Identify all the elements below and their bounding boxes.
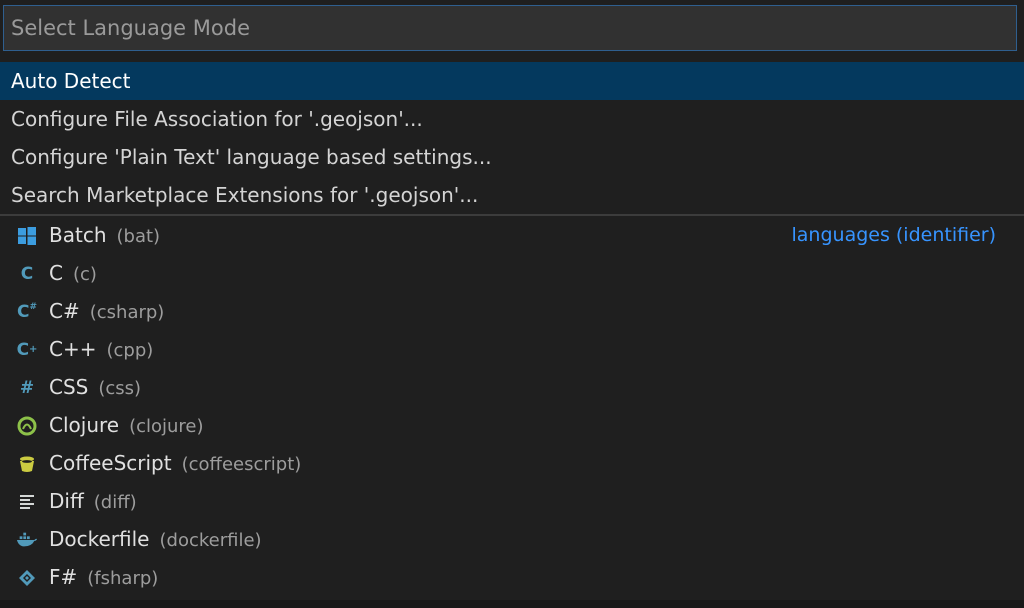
language-identifier: (coffeescript) [181,454,302,475]
quick-pick-widget: Auto Detect Configure File Association f… [0,0,1024,608]
language-name: C# [49,299,80,323]
language-name: Batch [49,223,107,247]
language-item-batch[interactable]: Batch (bat) languages (identifier) [0,216,1024,254]
language-item-csharp[interactable]: C # C# (csharp) [0,292,1024,330]
action-label: Auto Detect [11,69,131,93]
language-identifier: (cpp) [106,340,154,361]
action-label: Search Marketplace Extensions for '.geoj… [11,183,479,207]
language-item-coffeescript[interactable]: CoffeeScript (coffeescript) [0,444,1024,482]
language-item-diff[interactable]: Diff (diff) [0,482,1024,520]
language-identifier: (dockerfile) [159,530,262,551]
language-name: C [49,261,63,285]
search-input[interactable] [4,6,1016,50]
language-name: CoffeeScript [49,451,172,475]
search-marketplace-item[interactable]: Search Marketplace Extensions for '.geoj… [0,176,1024,214]
language-item-fsharp[interactable]: F# (fsharp) [0,558,1024,596]
c-icon: C [20,264,34,284]
action-label: Configure 'Plain Text' language based se… [11,145,492,169]
language-name: Dockerfile [49,527,150,551]
hash-icon: # [19,378,35,398]
clojure-icon [16,415,38,437]
search-input-box [3,5,1017,51]
language-item-c[interactable]: C C (c) [0,254,1024,292]
language-name: Clojure [49,413,120,437]
language-identifier: (c) [72,264,97,285]
language-name: Diff [49,489,84,513]
language-identifier: (bat) [116,226,161,247]
auto-detect-item[interactable]: Auto Detect [0,62,1024,100]
language-name: CSS [49,375,89,399]
windows-icon [16,225,38,247]
language-identifier: (csharp) [89,302,165,323]
language-item-cpp[interactable]: C + C++ (cpp) [0,330,1024,368]
language-identifier: (fsharp) [87,568,159,589]
quick-pick-list: Auto Detect Configure File Association f… [0,62,1024,596]
diff-icon [16,491,38,513]
language-item-css[interactable]: # CSS (css) [0,368,1024,406]
configure-language-settings-item[interactable]: Configure 'Plain Text' language based se… [0,138,1024,176]
fsharp-icon [16,567,38,589]
coffee-icon [16,453,38,475]
language-item-dockerfile[interactable]: Dockerfile (dockerfile) [0,520,1024,558]
configure-file-association-item[interactable]: Configure File Association for '.geojson… [0,100,1024,138]
language-item-clojure[interactable]: Clojure (clojure) [0,406,1024,444]
group-label: languages (identifier) [791,224,997,246]
language-name: F# [49,565,78,589]
bottom-edge [0,600,1024,608]
cpp-icon: C + [16,340,38,360]
language-name: C++ [49,337,97,361]
action-label: Configure File Association for '.geojson… [11,107,423,131]
language-identifier: (clojure) [129,416,204,437]
language-identifier: (diff) [93,492,137,513]
csharp-icon: C # [16,302,38,322]
docker-icon [16,529,38,551]
language-identifier: (css) [98,378,142,399]
